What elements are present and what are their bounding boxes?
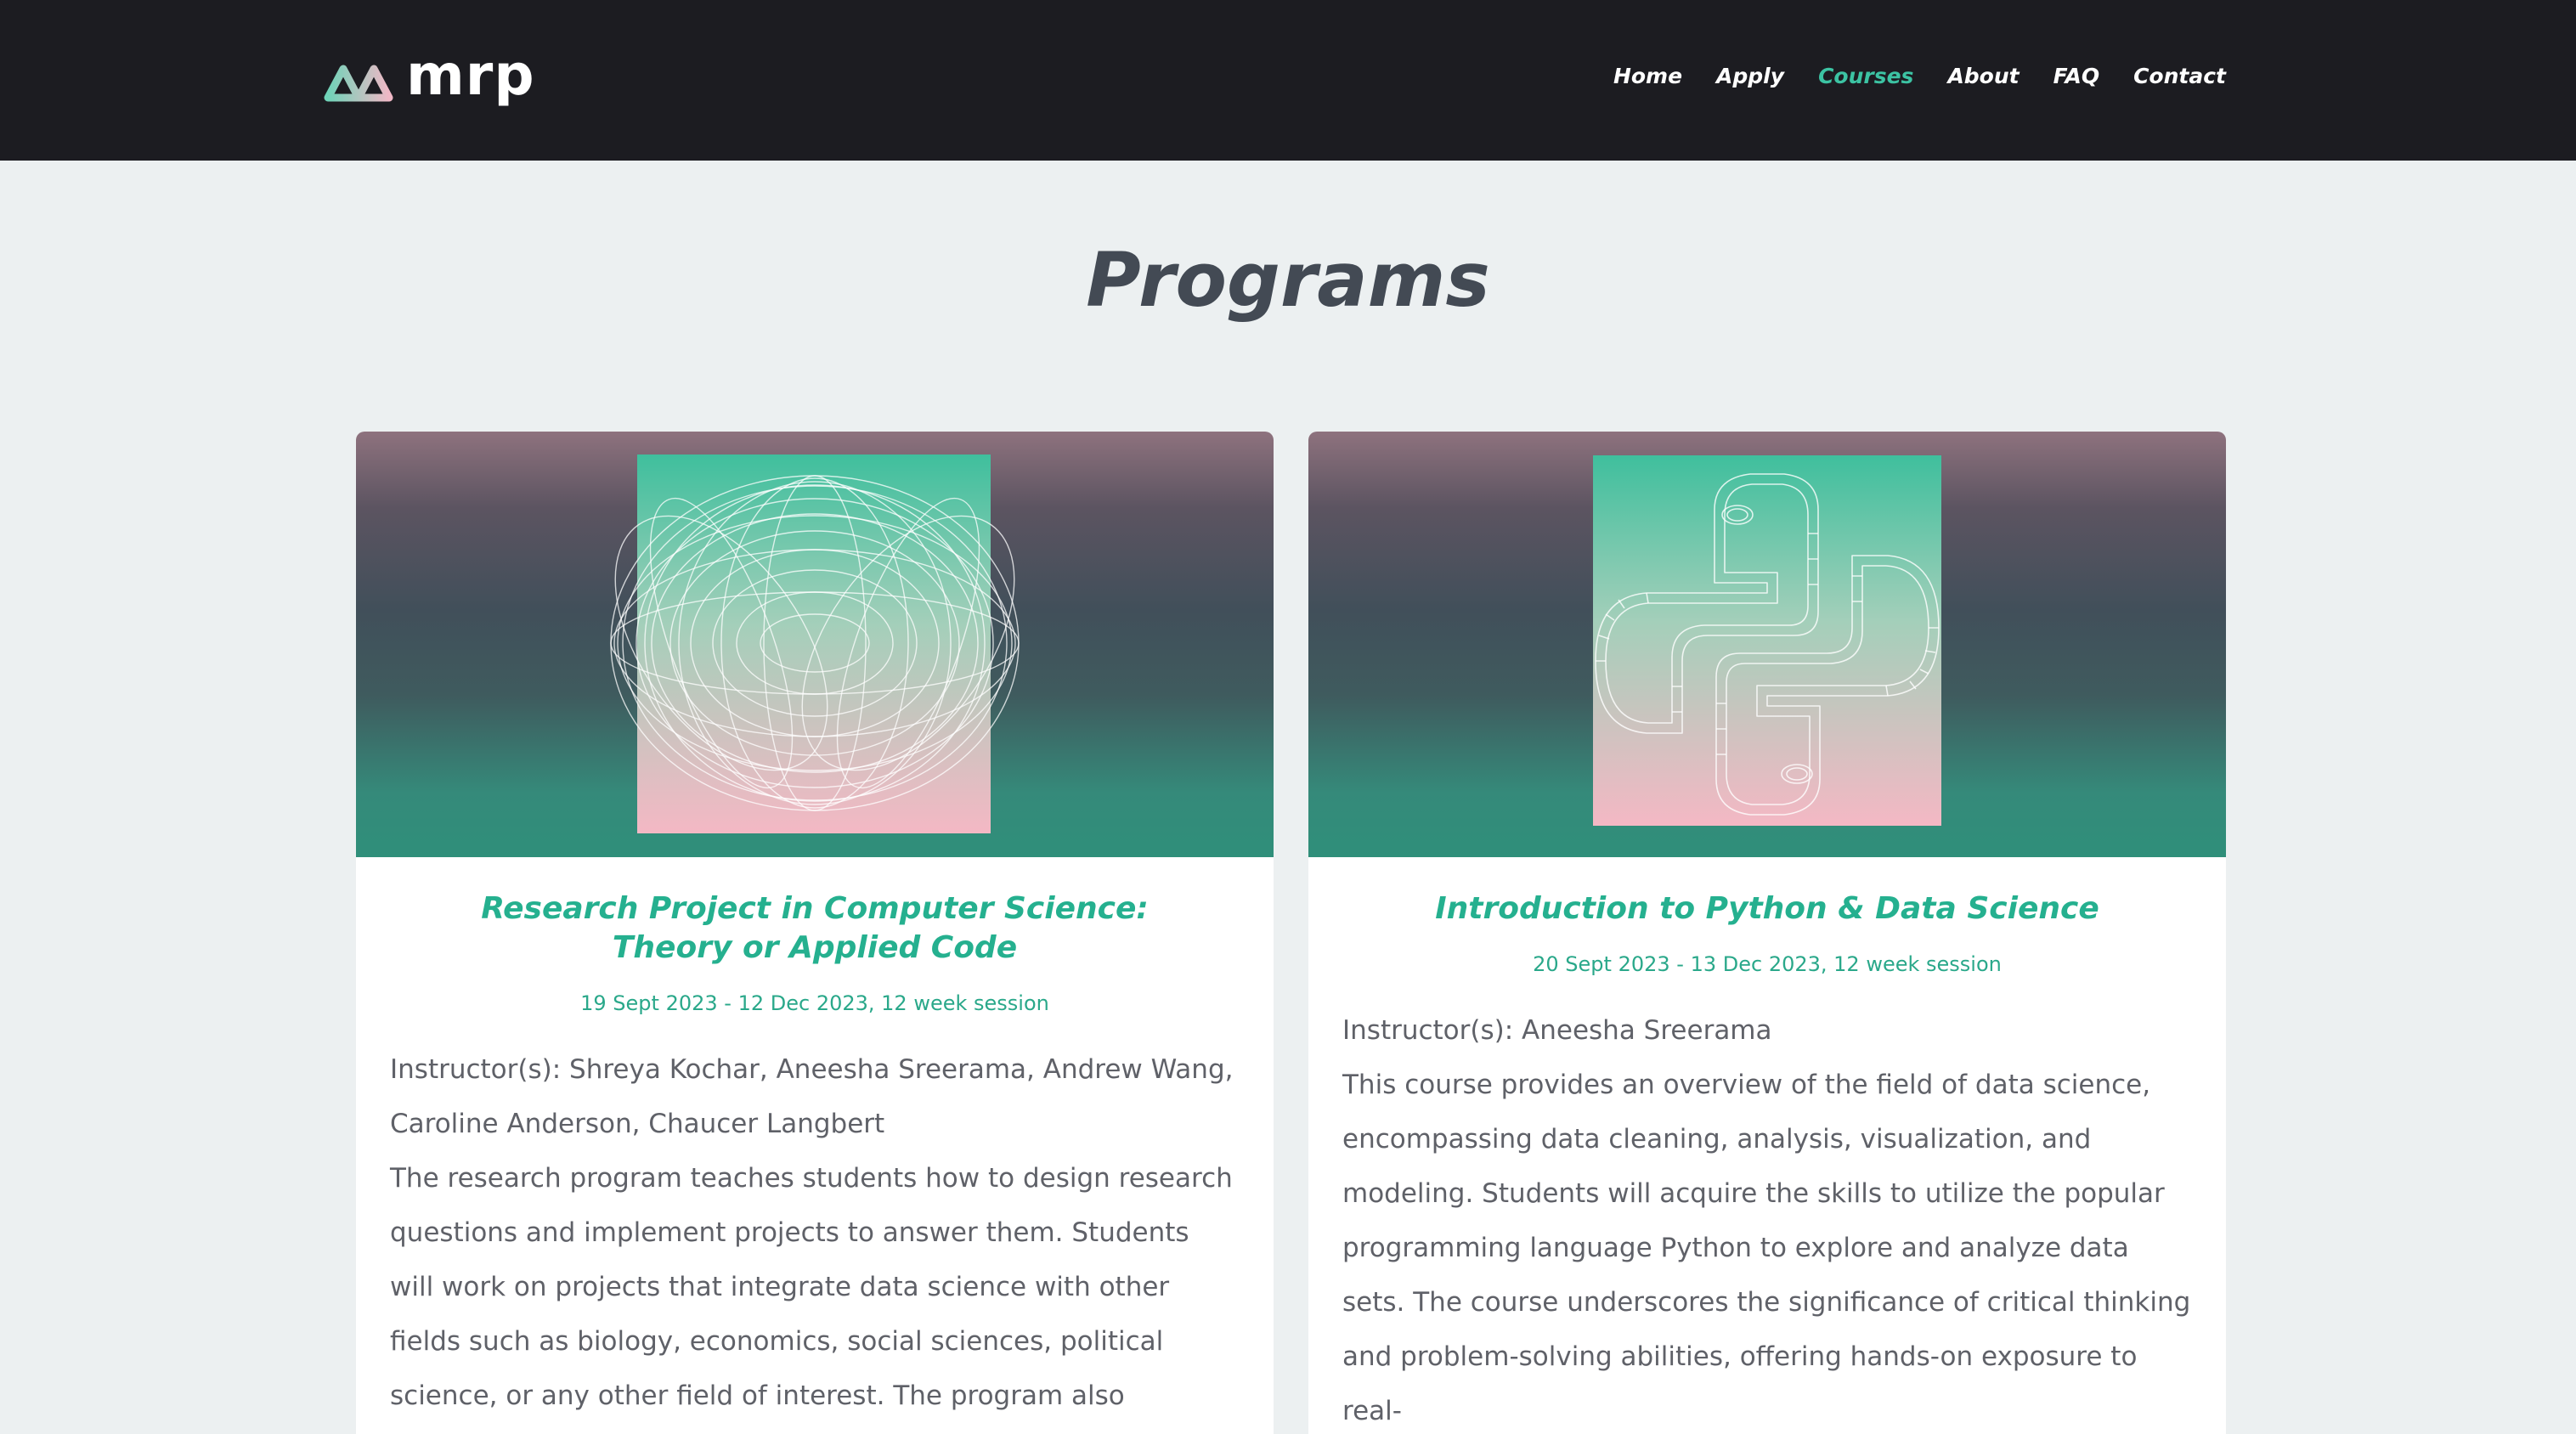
nav-apply[interactable]: Apply: [1716, 61, 1784, 92]
site-header: mrp Home Apply Courses About FAQ Contact: [0, 0, 2576, 161]
course-instructors: Instructor(s): Aneesha Sreerama: [1342, 1015, 1772, 1046]
nav-faq[interactable]: FAQ: [2053, 61, 2099, 92]
logo-text: mrp: [406, 42, 535, 108]
mountain-logo-icon: [324, 65, 393, 102]
course-dates: 19 Sept 2023 - 12 Dec 2023, 12 week sess…: [580, 991, 1049, 1015]
page-title: Programs: [1086, 236, 1490, 324]
course-card-body: Introduction to Python & Data Science 20…: [1308, 857, 2226, 1434]
python-logo-wireframe-icon: [1593, 455, 1941, 826]
course-dates: 20 Sept 2023 - 13 Dec 2023, 12 week sess…: [1533, 952, 2002, 976]
nav-about[interactable]: About: [1947, 61, 2019, 92]
course-description: The research program teaches students ho…: [390, 1163, 1233, 1411]
nav-home[interactable]: Home: [1613, 61, 1682, 92]
course-instructors: Instructor(s): Shreya Kochar, Aneesha Sr…: [390, 1054, 1234, 1139]
course-title[interactable]: Introduction to Python & Data Science: [1342, 889, 2192, 929]
course-card[interactable]: Research Project in Computer Science: Th…: [356, 432, 1274, 1434]
course-card-image: [356, 432, 1274, 857]
site-logo[interactable]: mrp: [323, 48, 535, 109]
nav-courses[interactable]: Courses: [1818, 61, 1913, 92]
course-description: This course provides an overview of the …: [1342, 1070, 2191, 1426]
course-card-image: [1308, 432, 2226, 857]
nav-contact[interactable]: Contact: [2133, 61, 2226, 92]
course-card[interactable]: Introduction to Python & Data Science 20…: [1308, 432, 2226, 1434]
course-card-body: Research Project in Computer Science: Th…: [356, 857, 1274, 1434]
course-title[interactable]: Research Project in Computer Science: Th…: [390, 889, 1240, 968]
main-nav: Home Apply Courses About FAQ Contact: [1613, 61, 2226, 92]
torus-wireframe-icon: [610, 454, 1020, 833]
